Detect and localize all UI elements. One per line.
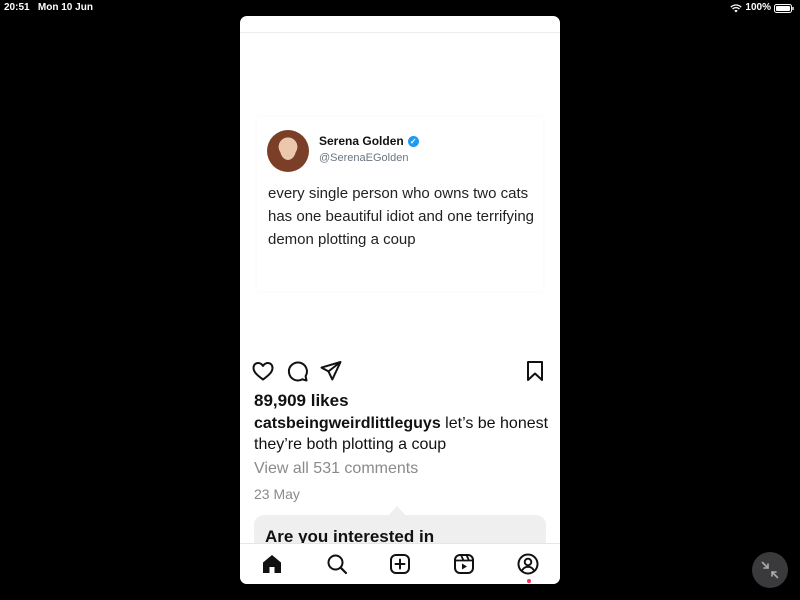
- avatar: [267, 130, 309, 172]
- caption-username[interactable]: catsbeingweirdlittleguys: [254, 415, 441, 432]
- profile-icon[interactable]: [516, 552, 540, 583]
- tweet-text: every single person who owns two cats ha…: [268, 185, 535, 248]
- view-all-comments-link[interactable]: View all 531 comments: [254, 460, 418, 478]
- plus-square-icon[interactable]: [388, 552, 412, 576]
- status-date: Mon 10 Jun: [37, 2, 93, 13]
- battery-percent: 100%: [745, 2, 771, 13]
- home-icon[interactable]: [260, 552, 284, 576]
- reels-icon[interactable]: [452, 552, 476, 576]
- tweet-handle: @SerenaEGolden: [319, 152, 409, 164]
- send-icon[interactable]: [319, 359, 343, 383]
- collapse-arrows-icon: [761, 561, 779, 579]
- verified-badge-icon: ✓: [407, 135, 419, 147]
- status-indicators: 100%: [730, 1, 794, 15]
- bottom-tab-bar: [240, 543, 560, 584]
- heart-icon[interactable]: [251, 359, 275, 383]
- tweet-author: Serena Golden ✓: [319, 134, 419, 148]
- tweet-author-name: Serena Golden: [319, 134, 404, 148]
- collapse-window-button[interactable]: [752, 552, 788, 588]
- search-icon[interactable]: [325, 552, 349, 576]
- instagram-app-window: Serena Golden ✓ @SerenaEGolden every sin…: [240, 16, 560, 584]
- post-actions: [240, 359, 560, 383]
- wifi-icon: [730, 3, 743, 12]
- bookmark-icon[interactable]: [523, 359, 547, 383]
- battery-icon: [774, 3, 794, 13]
- notification-dot: [527, 579, 531, 583]
- status-time-date: 20:51 Mon 10 Jun: [4, 1, 93, 15]
- status-time: 20:51: [4, 2, 30, 13]
- comment-icon[interactable]: [285, 359, 309, 383]
- tweet-card: Serena Golden ✓ @SerenaEGolden every sin…: [257, 117, 543, 291]
- status-bar: 20:51 Mon 10 Jun 100%: [0, 0, 800, 14]
- avatar-face: [280, 138, 296, 160]
- post-caption: catsbeingweirdlittleguys let’s be honest…: [254, 413, 550, 455]
- post-image[interactable]: Serena Golden ✓ @SerenaEGolden every sin…: [240, 33, 560, 363]
- like-count[interactable]: 89,909 likes: [254, 391, 349, 411]
- post-date: 23 May: [254, 486, 300, 502]
